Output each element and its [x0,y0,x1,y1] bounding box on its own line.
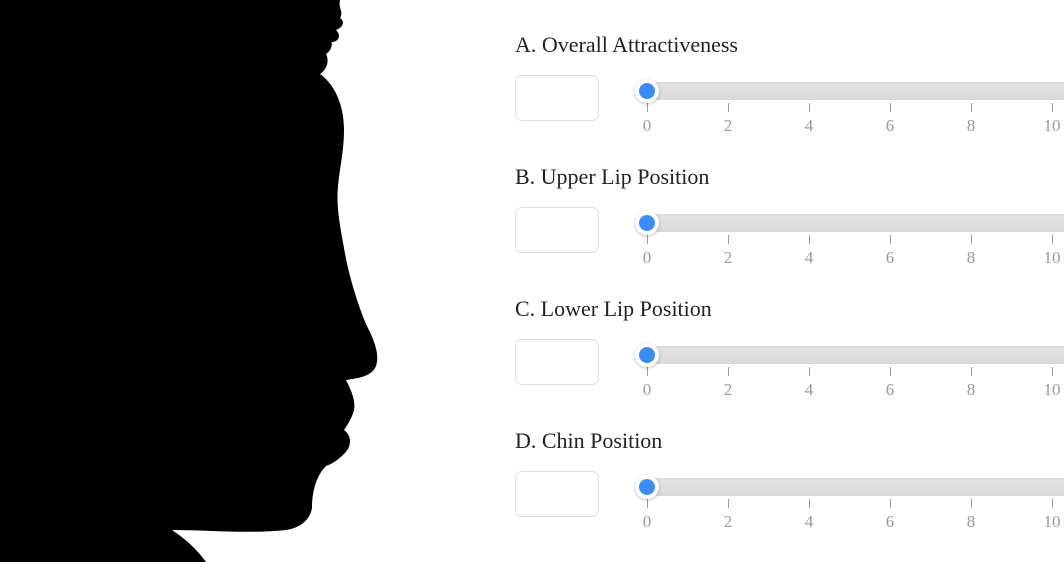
slider-tick-label: 4 [804,512,814,531]
slider-tick [647,499,648,508]
slider-tick-label: 8 [966,380,976,399]
slider-tick [728,367,729,376]
slider-tick-label: 6 [885,248,895,267]
slider-tick-label: 8 [966,248,976,267]
question-lower-lip-position: C. Lower Lip Position 0 2 4 6 8 10 [515,267,1064,399]
question-label: D. Chin Position [515,428,663,453]
slider-tick-label: 4 [804,248,814,267]
slider-tick [809,235,810,244]
rating-value-input[interactable] [515,339,599,385]
slider-tick-label: 2 [723,116,733,135]
question-overall-attractiveness: A. Overall Attractiveness 0 2 4 6 8 10 [515,3,1064,135]
slider-tick-label: 4 [804,116,814,135]
face-profile-silhouette [0,0,378,562]
slider-tick-label: 4 [804,380,814,399]
slider-tick-label: 6 [885,380,895,399]
rating-slider[interactable]: 0 2 4 6 8 10 [629,211,1064,267]
slider-tick [809,499,810,508]
slider-tick-label: 2 [723,380,733,399]
slider-tick-label: 10 [1043,116,1061,135]
slider-tick-label: 8 [966,116,976,135]
slider-tick-label: 0 [642,512,652,531]
slider-handle-dot [639,347,655,363]
slider-tick [1052,103,1053,112]
slider-handle-dot [639,215,655,231]
slider-track[interactable] [635,214,1064,232]
rating-value-input[interactable] [515,207,599,253]
slider-tick [971,103,972,112]
question-label: C. Lower Lip Position [515,296,712,321]
slider-tick [728,103,729,112]
slider-tick [647,103,648,112]
slider-tick [890,103,891,112]
slider-tick [647,367,648,376]
question-upper-lip-position: B. Upper Lip Position 0 2 4 6 8 10 [515,135,1064,267]
slider-handle-dot [639,83,655,99]
question-label: B. Upper Lip Position [515,164,710,189]
slider-tick-label: 6 [885,512,895,531]
slider-tick [1052,235,1053,244]
slider-handle[interactable] [635,343,659,367]
slider-tick-label: 2 [723,512,733,531]
rating-slider[interactable]: 0 2 4 6 8 10 [629,475,1064,531]
slider-tick-label: 8 [966,512,976,531]
slider-tick-label: 10 [1043,380,1061,399]
question-label: A. Overall Attractiveness [515,32,738,57]
slider-tick-label: 6 [885,116,895,135]
slider-tick [809,103,810,112]
slider-handle[interactable] [635,79,659,103]
slider-tick [1052,499,1053,508]
slider-tick-label: 0 [642,116,652,135]
slider-tick-label: 0 [642,380,652,399]
slider-tick [971,235,972,244]
rating-questions: A. Overall Attractiveness 0 2 4 6 8 10 B. Upp… [515,0,1064,562]
slider-tick-label: 2 [723,248,733,267]
slider-track[interactable] [635,478,1064,496]
slider-handle[interactable] [635,475,659,499]
slider-tick [809,367,810,376]
slider-tick-label: 10 [1043,248,1061,267]
slider-tick [890,367,891,376]
slider-tick [890,235,891,244]
rating-value-input[interactable] [515,75,599,121]
slider-tick [728,499,729,508]
slider-handle[interactable] [635,211,659,235]
rating-slider[interactable]: 0 2 4 6 8 10 [629,343,1064,399]
slider-tick [1052,367,1053,376]
slider-tick [971,499,972,508]
rating-slider[interactable]: 0 2 4 6 8 10 [629,79,1064,135]
slider-tick [971,367,972,376]
slider-tick [647,235,648,244]
rating-value-input[interactable] [515,471,599,517]
slider-tick [728,235,729,244]
slider-tick-label: 0 [642,248,652,267]
slider-track[interactable] [635,82,1064,100]
slider-tick-label: 10 [1043,512,1061,531]
slider-track[interactable] [635,346,1064,364]
question-chin-position: D. Chin Position 0 2 4 6 8 10 [515,399,1064,531]
slider-tick [890,499,891,508]
slider-handle-dot [639,479,655,495]
